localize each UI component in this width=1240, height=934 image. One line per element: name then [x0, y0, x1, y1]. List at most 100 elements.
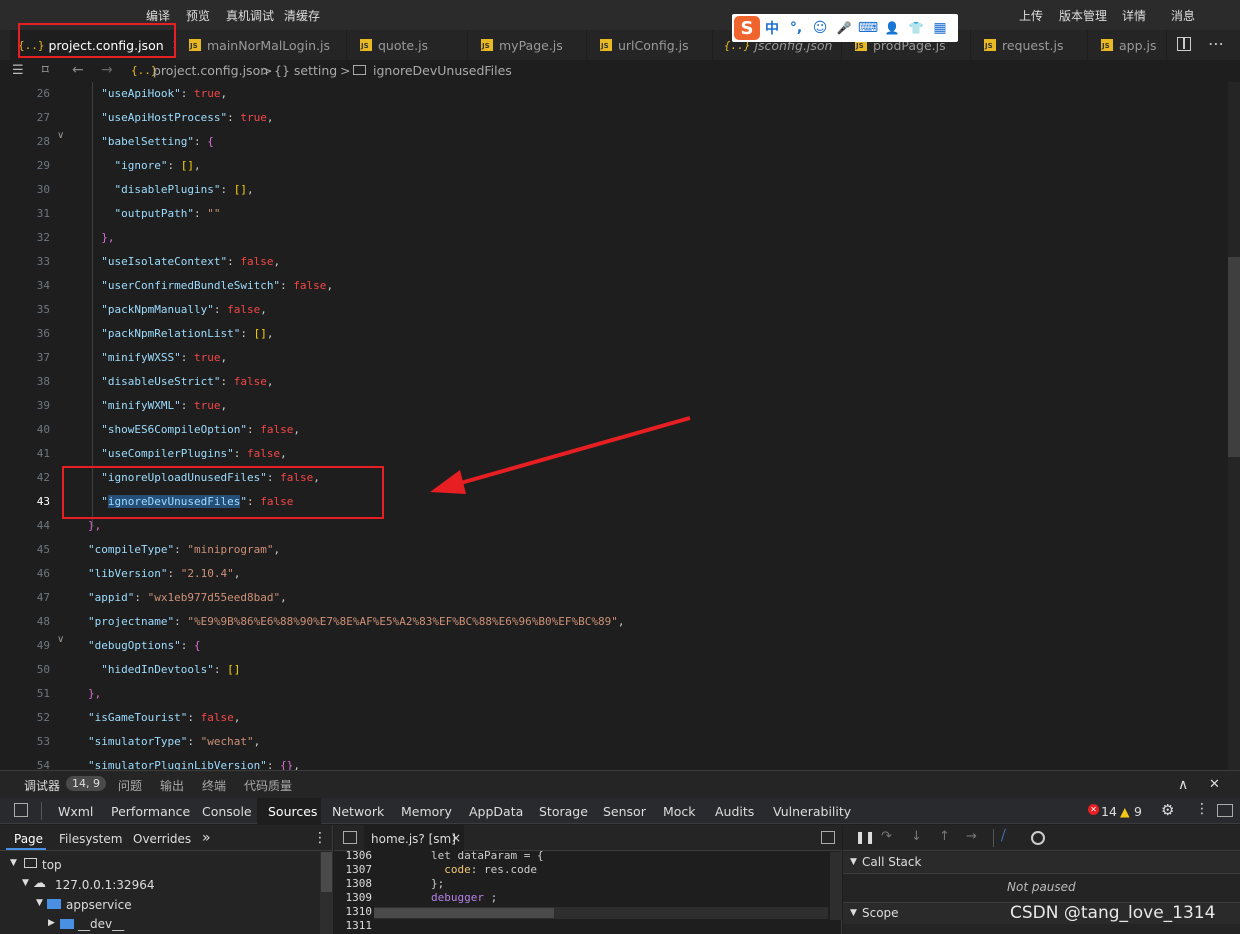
error-count[interactable]: 14 — [1101, 804, 1117, 819]
tab-memory[interactable]: Memory — [401, 804, 452, 819]
debugger-title[interactable]: 调试器 — [24, 777, 60, 794]
sogou-logo-icon: S — [734, 16, 760, 40]
settings-gear-icon[interactable]: ⚙ — [1161, 801, 1174, 819]
fold-chevron-icon[interactable]: ∨ — [57, 130, 64, 141]
details-menu[interactable]: 详情 — [1122, 7, 1146, 24]
tab-request-js[interactable]: JS request.js — [972, 30, 1088, 60]
version-management-menu[interactable]: 版本管理 — [1059, 7, 1107, 24]
tab-appdata[interactable]: AppData — [469, 804, 523, 819]
keyboard-icon[interactable]: ⌨ — [856, 20, 880, 36]
source-vertical-scrollbar[interactable] — [830, 852, 842, 920]
tab-output[interactable]: 输出 — [160, 777, 184, 794]
breadcrumb-file[interactable]: project.config.json — [153, 63, 268, 78]
skin-icon[interactable]: 👕 — [904, 21, 928, 35]
close-icon[interactable]: × — [451, 831, 461, 845]
chinese-mode-icon[interactable]: 中 — [760, 18, 784, 38]
expand-arrow-icon[interactable]: ▼ — [22, 878, 29, 888]
tab-audits[interactable]: Audits — [715, 804, 754, 819]
annotation-arrow-icon — [430, 416, 691, 494]
code-line: "minifyWXML": true, — [101, 399, 228, 412]
step-into-icon[interactable]: ↓ — [911, 829, 922, 844]
tab-mock[interactable]: Mock — [663, 804, 696, 819]
step-out-icon[interactable]: ↑ — [939, 829, 950, 844]
tab-code-quality[interactable]: 代码质量 — [244, 777, 292, 794]
expand-arrow-icon[interactable]: ▼ — [36, 898, 43, 908]
bookmark-icon[interactable]: ⌑ — [42, 63, 49, 78]
punctuation-icon[interactable]: °, — [784, 20, 808, 36]
tab-wxml[interactable]: Wxml — [58, 804, 93, 819]
tab-overrides[interactable]: Overrides — [133, 832, 191, 846]
toggle-debugger-icon[interactable] — [821, 831, 835, 844]
warning-count[interactable]: 9 — [1134, 804, 1142, 819]
more-tabs-icon[interactable]: » — [202, 830, 211, 846]
collapse-panel-icon[interactable]: ∧ — [1178, 777, 1188, 793]
expand-arrow-icon[interactable]: ▼ — [850, 857, 857, 867]
tab-problems[interactable]: 问题 — [118, 777, 142, 794]
tab-performance[interactable]: Performance — [111, 804, 190, 819]
horizontal-scrollbar[interactable] — [374, 907, 828, 919]
step-over-icon[interactable]: ↷ — [881, 829, 892, 844]
tab-quote-js[interactable]: JS quote.js — [348, 30, 468, 60]
tab-terminal[interactable]: 终端 — [202, 777, 226, 794]
tab-sources[interactable]: Sources — [268, 804, 317, 819]
breadcrumb-object[interactable]: {} setting — [274, 63, 337, 78]
more-vertical-icon[interactable]: ⋮ — [1195, 801, 1209, 817]
tree-item-dev[interactable]: __dev__ — [78, 917, 124, 931]
step-icon[interactable]: → — [966, 829, 977, 844]
close-panel-icon[interactable]: ✕ — [1209, 777, 1220, 792]
tab-mypage-js[interactable]: JS myPage.js — [469, 30, 587, 60]
microphone-icon[interactable]: 🎤 — [832, 21, 856, 35]
toggle-navigator-icon[interactable] — [343, 831, 357, 844]
line-number: 26 — [36, 87, 50, 100]
emoji-icon[interactable]: ☺ — [808, 20, 832, 36]
breadcrumb-property[interactable]: ignoreDevUnusedFiles — [373, 63, 512, 78]
compile-menu[interactable]: 编译 — [146, 7, 170, 24]
navigator-scrollbar[interactable] — [320, 852, 333, 934]
expand-arrow-icon[interactable]: ▼ — [10, 858, 17, 868]
vertical-scrollbar[interactable] — [1228, 82, 1240, 770]
tree-item-top[interactable]: top — [42, 858, 62, 872]
tab-app-js[interactable]: JS app.js — [1089, 30, 1167, 60]
tab-network[interactable]: Network — [332, 804, 384, 819]
undock-icon[interactable] — [1217, 804, 1233, 817]
collapse-arrow-icon[interactable]: ▶ — [48, 918, 55, 928]
tab-page[interactable]: Page — [14, 832, 43, 846]
real-device-debug-menu[interactable]: 真机调试 — [226, 7, 274, 24]
tree-item-appservice[interactable]: appservice — [66, 898, 132, 912]
split-editor-icon[interactable] — [1177, 37, 1191, 51]
fold-chevron-icon[interactable]: ∨ — [57, 634, 64, 645]
js-file-icon: JS — [360, 39, 372, 51]
clear-cache-menu[interactable]: 清缓存 — [284, 7, 320, 24]
toolbox-icon[interactable]: ▦ — [928, 20, 952, 36]
tab-storage[interactable]: Storage — [539, 804, 588, 819]
tab-urlconfig-js[interactable]: JS urlConfig.js — [588, 30, 713, 60]
tree-item-host[interactable]: 127.0.0.1:32964 — [55, 878, 154, 892]
source-code-line: }; — [378, 877, 445, 890]
preview-menu[interactable]: 预览 — [186, 7, 210, 24]
messages-menu[interactable]: 消息 — [1171, 7, 1195, 24]
tab-vulnerability[interactable]: Vulnerability — [773, 804, 851, 819]
inspect-element-icon[interactable] — [14, 803, 28, 817]
pause-icon[interactable]: ❚❚ — [855, 830, 875, 844]
code-line: "simulatorType": "wechat", — [88, 735, 261, 748]
code-line: "useApiHook": true, — [101, 87, 228, 100]
pause-on-exceptions-icon[interactable] — [1031, 831, 1045, 845]
tab-console[interactable]: Console — [202, 804, 252, 819]
code-line: }, — [88, 519, 102, 532]
list-icon[interactable]: ☰ — [12, 63, 24, 78]
tab-filesystem[interactable]: Filesystem — [59, 832, 122, 846]
user-icon[interactable]: 👤 — [880, 21, 904, 35]
navigator-menu-icon[interactable]: ⋮ — [313, 830, 327, 846]
source-file-tab[interactable]: home.js? [sm] — [371, 832, 456, 846]
more-actions-icon[interactable]: ⋯ — [1208, 34, 1224, 53]
scope-title[interactable]: Scope — [862, 906, 899, 920]
forward-arrow-icon[interactable]: → — [101, 62, 113, 78]
upload-menu[interactable]: 上传 — [1019, 7, 1043, 24]
code-line: "simulatorPluginLibVersion": {}, — [88, 759, 300, 770]
tab-mainnormallogin-js[interactable]: JS mainNorMalLogin.js — [177, 30, 347, 60]
back-arrow-icon[interactable]: ← — [72, 62, 84, 78]
expand-arrow-icon[interactable]: ▼ — [850, 908, 857, 918]
tab-sensor[interactable]: Sensor — [603, 804, 646, 819]
deactivate-breakpoints-icon[interactable]: ⧸ — [1001, 828, 1006, 844]
call-stack-title[interactable]: Call Stack — [862, 855, 921, 869]
